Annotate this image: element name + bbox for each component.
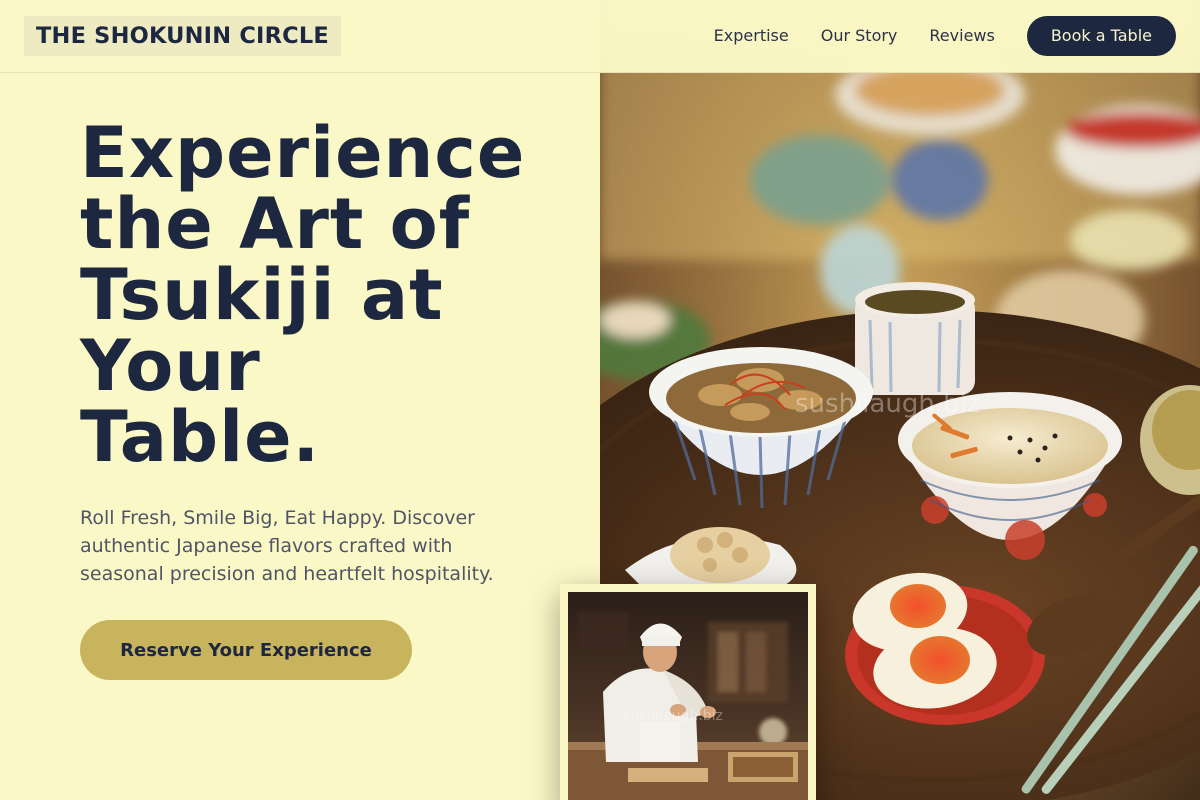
chef-photo: sushilaugh.biz [568,592,808,800]
hero-subtitle: Roll Fresh, Smile Big, Eat Happy. Discov… [80,507,494,585]
hero-title-line: Tsukiji at [80,254,444,336]
brand-logo[interactable]: THE SHOKUNIN CIRCLE [24,16,341,56]
nav-link-our-story[interactable]: Our Story [821,16,898,56]
book-table-button[interactable]: Book a Table [1026,16,1176,56]
chef-photo-watermark: sushilaugh.biz [623,708,723,724]
hero-title-line: Experience [80,112,526,194]
nav-link-reviews[interactable]: Reviews [929,16,994,56]
landing-page: THE SHOKUNIN CIRCLE Expertise Our Story … [0,0,1200,800]
hero-food-watermark: sushilaugh.biz [795,389,981,419]
reserve-experience-button[interactable]: Reserve Your Experience [80,620,412,680]
main-nav: Expertise Our Story Reviews Book a Table [714,16,1176,56]
hero-title-line: Your [80,325,261,407]
site-header: THE SHOKUNIN CIRCLE Expertise Our Story … [0,0,1200,73]
hero-title: Experience the Art of Tsukiji at Your Ta… [80,118,560,473]
hero-title-line: Table. [80,396,321,478]
nav-link-expertise[interactable]: Expertise [714,16,789,56]
chef-photo-card: sushilaugh.biz [560,584,816,800]
hero-title-line: the Art of [80,183,471,265]
